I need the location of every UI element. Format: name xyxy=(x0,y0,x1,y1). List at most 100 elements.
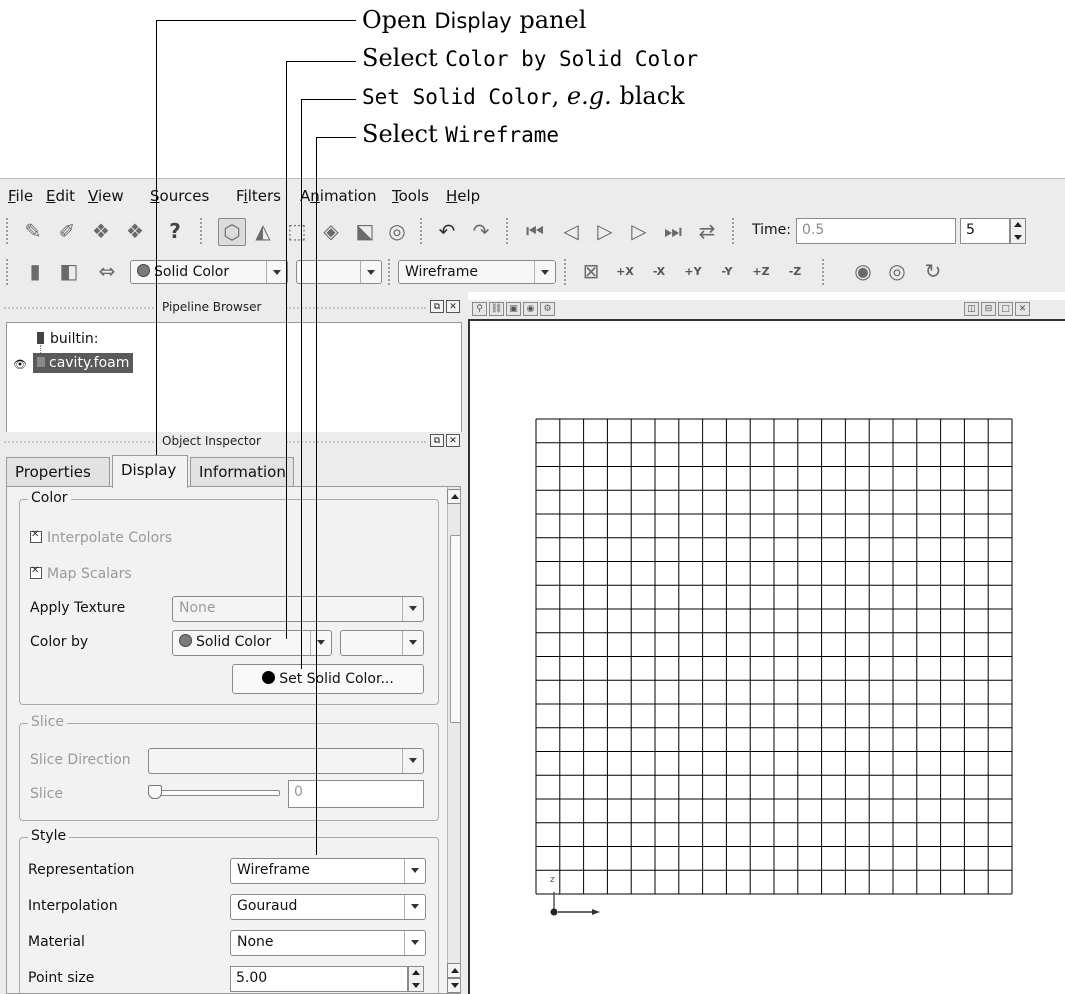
material-value: None xyxy=(237,934,274,950)
scroll-up-icon[interactable] xyxy=(447,963,460,978)
annotation-text: Select xyxy=(362,120,446,148)
slice-label: Slice xyxy=(30,786,63,802)
open-file-icon[interactable]: ✎ xyxy=(20,218,46,244)
timestep-spinner[interactable] xyxy=(1010,218,1026,244)
load-state-icon[interactable]: ❖ xyxy=(88,218,114,244)
point-size-input[interactable]: 5.00 xyxy=(230,966,408,992)
split-horizontal-icon[interactable]: ◫ xyxy=(964,302,979,316)
color-component-select[interactable] xyxy=(340,630,424,656)
annotation-text: , xyxy=(551,82,567,110)
pipeline-item-builtin[interactable]: builtin: xyxy=(37,331,99,347)
color-legend-icon[interactable]: ▮ xyxy=(22,258,48,284)
close-panel-icon[interactable]: ✕ xyxy=(446,300,460,313)
split-vertical-icon[interactable]: ⊟ xyxy=(981,302,996,316)
close-view-icon[interactable]: ✕ xyxy=(1015,302,1030,316)
redo-icon[interactable]: ↷ xyxy=(468,218,494,244)
menu-edit[interactable]: Edit xyxy=(46,187,75,205)
float-panel-icon[interactable]: ⧉ xyxy=(430,300,444,313)
eye-visibility-icon[interactable]: 👁 xyxy=(13,358,27,371)
close-panel-icon[interactable]: ✕ xyxy=(446,434,460,447)
float-panel-icon[interactable]: ⧉ xyxy=(430,434,444,447)
view-settings-icon[interactable]: ⚙ xyxy=(540,302,555,316)
menu-filters[interactable]: Filters xyxy=(236,187,281,205)
object-inspector-title: Object Inspector xyxy=(162,434,261,448)
select-points-frustum-icon[interactable]: ⬕ xyxy=(352,218,378,244)
color-by-label: Color by xyxy=(30,634,89,650)
screenshot-icon[interactable]: ▣ xyxy=(506,302,521,316)
play-icon[interactable]: ▷ xyxy=(592,218,618,244)
slice-group: Slice Slice Direction Slice 0 xyxy=(19,714,439,821)
menu-tools[interactable]: Tools xyxy=(392,187,429,205)
camera-icon[interactable]: ⚲ xyxy=(472,302,487,316)
axes-label: z xyxy=(550,875,555,885)
tab-properties[interactable]: Properties xyxy=(6,457,110,487)
select-block-icon[interactable]: ◎ xyxy=(384,218,410,244)
next-frame-icon[interactable]: ▷ xyxy=(626,218,652,244)
scroll-down-icon[interactable] xyxy=(447,978,460,993)
annotation-ui-name: Display xyxy=(434,9,512,33)
link-views-icon[interactable]: ⛓ xyxy=(489,302,504,316)
interpolation-select[interactable]: Gouraud xyxy=(230,894,426,920)
view-minus-y-icon[interactable]: -Y xyxy=(714,258,740,284)
scroll-up-icon[interactable] xyxy=(447,489,460,504)
view-minus-z-icon[interactable]: -Z xyxy=(782,258,808,284)
render-view[interactable]: z xyxy=(468,319,1065,994)
menu-help[interactable]: Help xyxy=(446,187,480,205)
last-frame-icon[interactable]: ⏭ xyxy=(660,218,686,244)
timestep-input[interactable]: 5 xyxy=(960,218,1010,244)
slice-slider-track[interactable] xyxy=(154,790,280,796)
map-scalars-checkbox[interactable]: Map Scalars xyxy=(30,565,132,582)
leader-line-color-by xyxy=(286,61,356,62)
slice-slider-handle[interactable] xyxy=(148,785,162,799)
reset-camera-icon[interactable]: ⊠ xyxy=(578,258,604,284)
representation-select[interactable]: Wireframe xyxy=(230,858,426,884)
apply-texture-label: Apply Texture xyxy=(30,600,126,616)
first-frame-icon[interactable]: ⏮ xyxy=(522,218,548,244)
slice-input[interactable]: 0 xyxy=(288,780,424,808)
toolbar-component-select[interactable] xyxy=(296,260,382,284)
rescale-range-icon[interactable]: ⇔ xyxy=(94,258,120,284)
undo-icon[interactable]: ↶ xyxy=(434,218,460,244)
point-size-spinner[interactable] xyxy=(408,966,424,992)
select-cells-icon[interactable]: ◭ xyxy=(250,218,276,244)
leader-line-color-by xyxy=(286,61,287,639)
tab-display[interactable]: Display xyxy=(112,455,188,488)
select-points-icon[interactable]: ⬚ xyxy=(284,218,310,244)
menu-animation[interactable]: Animation xyxy=(300,187,377,205)
set-solid-color-button[interactable]: Set Solid Color... xyxy=(232,664,424,694)
help-icon[interactable]: ? xyxy=(162,218,188,244)
pipeline-item-cavity-foam[interactable]: cavity.foam xyxy=(33,353,134,373)
previous-frame-icon[interactable]: ◁ xyxy=(558,218,584,244)
material-label: Material xyxy=(28,934,85,950)
color-by-select[interactable]: Solid Color xyxy=(172,630,332,656)
menu-view[interactable]: View xyxy=(88,187,124,205)
toolbar-color-by-select[interactable]: Solid Color xyxy=(130,260,288,284)
toolbar-representation-select[interactable]: Wireframe xyxy=(398,260,556,284)
save-data-icon[interactable]: ✐ xyxy=(54,218,80,244)
interact-icon[interactable]: ⬡ xyxy=(218,218,246,246)
server-icon xyxy=(37,332,44,344)
loop-icon[interactable]: ⇄ xyxy=(694,218,720,244)
apply-texture-select[interactable]: None xyxy=(172,596,424,622)
view-minus-x-icon[interactable]: -X xyxy=(646,258,672,284)
select-cells-frustum-icon[interactable]: ◈ xyxy=(318,218,344,244)
view-plus-y-icon[interactable]: +Y xyxy=(680,258,706,284)
scrollbar-thumb[interactable] xyxy=(450,535,460,723)
maximize-view-icon[interactable]: □ xyxy=(998,302,1013,316)
menu-sources[interactable]: Sources xyxy=(150,187,209,205)
view-plus-z-icon[interactable]: +Z xyxy=(748,258,774,284)
save-state-icon[interactable]: ❖ xyxy=(122,218,148,244)
slice-direction-select[interactable] xyxy=(148,748,424,774)
lookmark-icon[interactable]: ◉ xyxy=(523,302,538,316)
interpolate-colors-checkbox[interactable]: Interpolate Colors xyxy=(30,529,172,546)
material-select[interactable]: None xyxy=(230,930,426,956)
show-center-icon[interactable]: ◉ xyxy=(850,258,876,284)
pick-center-icon[interactable]: ↻ xyxy=(920,258,946,284)
tab-information[interactable]: Information xyxy=(190,457,294,487)
time-input[interactable]: 0.5 xyxy=(796,218,956,244)
reset-center-icon[interactable]: ◎ xyxy=(884,258,910,284)
edit-color-map-icon[interactable]: ◧ xyxy=(56,258,82,284)
view-plus-x-icon[interactable]: +X xyxy=(612,258,638,284)
menu-file[interactable]: File xyxy=(8,187,33,205)
chevron-down-icon xyxy=(402,631,423,655)
